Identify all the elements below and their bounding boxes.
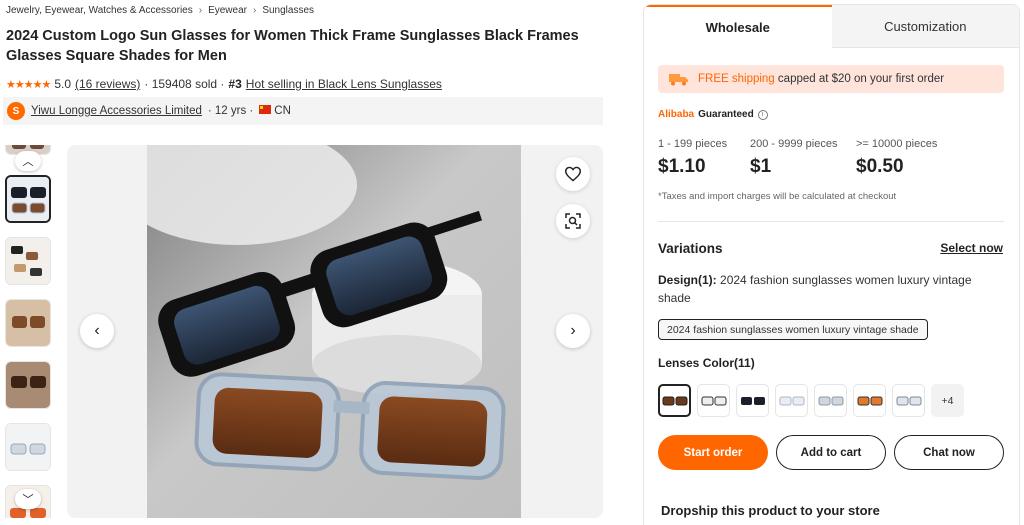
lens-swatch[interactable] [853,384,886,417]
hot-selling-link[interactable]: Hot selling in Black Lens Sunglasses [246,77,442,91]
lens-swatch[interactable] [697,384,730,417]
sold-count: · 159408 sold · [144,77,225,91]
design-label: Design(1): 2024 fashion sunglasses women… [658,271,1004,307]
tier-quantity: >= 10000 pieces [856,138,938,150]
variations-heading: Variations [658,241,723,256]
main-product-image: ‹ › [67,145,603,518]
lens-swatch[interactable] [736,384,769,417]
chat-now-button[interactable]: Chat now [894,435,1004,470]
action-buttons: Start order Add to cart Chat now [658,435,1004,470]
supplier-bar: S Yiwu Longge Accessories Limited · 12 y… [3,97,603,125]
shipping-details: capped at $20 on your first order [777,73,945,85]
chevron-right-icon: › [198,5,203,16]
next-image-button[interactable]: › [556,314,590,348]
product-title: 2024 Custom Logo Sun Glasses for Women T… [6,28,579,64]
guaranteed-label: Guaranteed [698,109,754,120]
add-to-cart-button[interactable]: Add to cart [776,435,886,470]
info-icon[interactable]: i [757,109,768,120]
thumbnail-down-button[interactable]: ﹀ [15,489,41,509]
thumbnail-1[interactable] [5,175,51,223]
thumbnail-up-button[interactable]: ︿ [15,151,41,171]
tab-customization[interactable]: Customization [831,5,1019,48]
tier-price: $0.50 [856,156,904,177]
lens-swatch[interactable] [892,384,925,417]
price-tier: 200 - 9999 pieces $1 [750,138,858,178]
free-shipping-banner: FREE shipping capped at $20 on your firs… [658,65,1004,93]
previous-image-button[interactable]: ‹ [80,314,114,348]
lens-swatch[interactable] [658,384,691,417]
breadcrumb-item-category[interactable]: Jewelry, Eyewear, Watches & Accessories [6,5,193,16]
tier-price: $1 [750,156,772,177]
start-order-button[interactable]: Start order [658,435,768,470]
select-now-link[interactable]: Select now [940,241,1003,255]
image-search-button[interactable] [556,204,590,238]
chevron-down-icon: ﹀ [22,494,34,506]
rating-value: 5.0 [54,77,71,91]
more-colors-button[interactable]: +4 [931,384,964,417]
purchase-panel: Wholesale Customization FREE shipping ca… [643,4,1020,525]
lens-color-swatches: +4 [658,384,964,417]
lenses-color-heading: Lenses Color(11) [658,356,755,370]
chevron-right-icon: › [570,322,576,339]
image-search-icon [565,213,581,229]
design-count: Design(1): [658,273,717,287]
dropship-heading: Dropship this product to your store [661,503,880,518]
tier-quantity: 200 - 9999 pieces [750,138,838,150]
lens-swatch[interactable] [775,384,808,417]
thumbnail-4[interactable] [5,361,51,409]
chevron-up-icon: ︿ [22,156,34,168]
country-code: CN [274,105,291,117]
thumbnail-strip: ︿ ﹀ [3,145,53,518]
divider [658,221,1004,222]
star-rating-icon: ★★★★★ [6,78,51,91]
heart-icon [564,166,582,182]
supplier-name-link[interactable]: Yiwu Longge Accessories Limited [31,105,202,117]
tier-quantity: 1 - 199 pieces [658,138,728,150]
supplier-logo-icon: S [7,102,25,120]
supplier-years: · 12 yrs · [207,105,254,117]
product-photo [117,145,521,518]
china-flag-icon [259,105,272,114]
tax-note: *Taxes and import charges will be calcul… [658,191,897,202]
supplier-country: CN [259,105,291,117]
tier-price: $1.10 [658,156,706,177]
panel-tabs: Wholesale Customization [644,5,1019,48]
price-tier: >= 10000 pieces $0.50 [856,138,950,178]
design-option-chip[interactable]: 2024 fashion sunglasses women luxury vin… [658,319,928,340]
thumbnail-2[interactable] [5,237,51,285]
price-tiers: 1 - 199 pieces $1.10 200 - 9999 pieces $… [658,138,948,178]
thumbnail-5[interactable] [5,423,51,471]
product-meta: ★★★★★ 5.0 (16 reviews) · 159408 sold · #… [6,77,442,91]
free-shipping-label: FREE shipping [698,73,775,85]
tab-wholesale[interactable]: Wholesale [644,5,832,48]
breadcrumb: Jewelry, Eyewear, Watches & Accessories … [6,5,314,16]
breadcrumb-item-sunglasses[interactable]: Sunglasses [262,5,314,16]
favorite-button[interactable] [556,157,590,191]
alibaba-guaranteed[interactable]: Alibaba Guaranteed i [658,109,768,120]
lens-swatch[interactable] [814,384,847,417]
thumbnail-3[interactable] [5,299,51,347]
truck-icon [669,74,688,86]
shipping-text: FREE shipping capped at $20 on your firs… [698,73,944,85]
rank-badge: #3 [228,77,242,91]
breadcrumb-item-eyewear[interactable]: Eyewear [208,5,247,16]
alibaba-logo: Alibaba [658,109,695,120]
chevron-left-icon: ‹ [94,322,100,339]
reviews-link[interactable]: (16 reviews) [75,77,140,91]
price-tier: 1 - 199 pieces $1.10 [658,138,752,178]
chevron-right-icon: › [252,5,257,16]
